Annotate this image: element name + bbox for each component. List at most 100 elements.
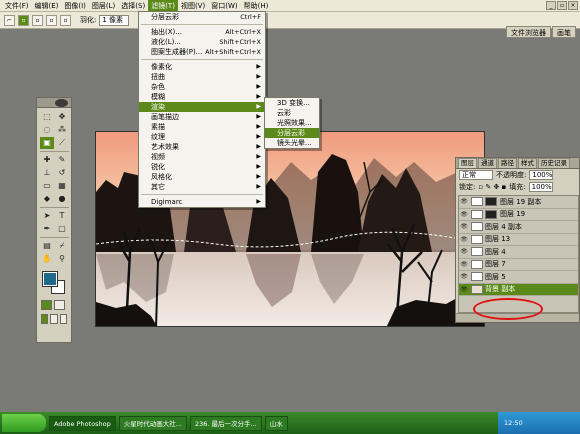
menu-filter[interactable]: 滤镜(T) <box>148 0 178 12</box>
feather-input[interactable]: 1 像素 <box>99 14 130 26</box>
eraser-tool-icon[interactable]: ▭ <box>40 180 54 192</box>
full-screen-icon[interactable] <box>59 314 67 324</box>
slice-tool-icon[interactable]: ⟋ <box>55 137 69 149</box>
menu-item-texture[interactable]: 纹理 ▶ <box>139 132 265 142</box>
history-brush-icon[interactable]: ↺ <box>55 167 69 179</box>
layer-mask-thumbnail[interactable] <box>485 197 497 207</box>
lasso-tool-icon[interactable]: ◌ <box>40 124 54 136</box>
file-browser-tab[interactable]: 文件浏览器 <box>506 26 551 38</box>
layer-row-selected[interactable]: 👁 背景 副本 <box>459 283 578 296</box>
healing-brush-icon[interactable]: ✚ <box>40 154 54 166</box>
blend-mode-select[interactable]: 正常 <box>459 170 493 180</box>
menu-item-digimarc[interactable]: Digimarc ▶ <box>139 197 265 207</box>
layer-row[interactable]: 👁 图层 13 <box>459 234 578 246</box>
layer-row[interactable]: 👁 图层 4 副本 <box>459 221 578 234</box>
move-tool-icon[interactable]: ✥ <box>55 111 69 123</box>
eye-icon[interactable]: 👁 <box>459 286 469 293</box>
start-button[interactable] <box>2 414 46 432</box>
tools-title-bar[interactable] <box>37 98 71 108</box>
menu-item-video[interactable]: 视频 ▶ <box>139 152 265 162</box>
menu-item-liquify[interactable]: 液化(L)... Shift+Ctrl+X <box>139 37 265 47</box>
standard-mode-icon[interactable] <box>41 300 52 310</box>
menu-image[interactable]: 图像(I) <box>61 0 89 12</box>
new-selection-icon[interactable]: ▫ <box>18 14 29 26</box>
crop-tool-icon[interactable]: ▣ <box>40 137 54 149</box>
eye-icon[interactable]: 👁 <box>459 198 469 205</box>
taskbar-item-photoshop[interactable]: Adobe Photoshop <box>49 415 116 431</box>
menu-item-brush-strokes[interactable]: 画笔描边 ▶ <box>139 112 265 122</box>
full-screen-menu-icon[interactable] <box>50 314 58 324</box>
menu-item-3d-transform[interactable]: 3D 变换... <box>265 98 319 108</box>
standard-screen-icon[interactable] <box>41 314 49 324</box>
tool-preset-icon[interactable]: ⌐ <box>4 14 15 26</box>
menu-item-blur[interactable]: 模糊 ▶ <box>139 92 265 102</box>
menu-help[interactable]: 帮助(H) <box>241 0 272 12</box>
menu-view[interactable]: 视图(V) <box>178 0 208 12</box>
pen-tool-icon[interactable]: ✒ <box>40 223 54 235</box>
hand-tool-icon[interactable]: ✋ <box>40 253 54 265</box>
intersect-selection-icon[interactable]: ▫ <box>60 14 71 26</box>
path-select-icon[interactable]: ➤ <box>40 210 54 222</box>
layer-row[interactable]: 👁 图层 19 <box>459 209 578 221</box>
menu-item-lighting-effects[interactable]: 光照效果... <box>265 118 319 128</box>
layer-row[interactable]: 👁 图层 4 <box>459 246 578 259</box>
close-icon[interactable]: × <box>568 1 578 10</box>
taskbar-item-chat[interactable]: 236. 最后一次分手... <box>189 415 262 431</box>
zoom-tool-icon[interactable]: ⚲ <box>55 253 69 265</box>
tab-paths[interactable]: 路径 <box>498 158 517 168</box>
menu-item-lens-flare[interactable]: 镜头光晕... <box>265 138 319 148</box>
menu-item-extract[interactable]: 抽出(X)... Alt+Ctrl+X <box>139 27 265 37</box>
opacity-input[interactable]: 100% <box>529 170 554 180</box>
type-tool-icon[interactable]: T <box>55 210 69 222</box>
tab-styles[interactable]: 样式 <box>518 158 537 168</box>
menu-item-sharpen[interactable]: 锐化 ▶ <box>139 162 265 172</box>
eyedropper-tool-icon[interactable]: ⌿ <box>55 240 69 252</box>
clone-stamp-icon[interactable]: ⊥ <box>40 167 54 179</box>
eye-icon[interactable]: 👁 <box>459 261 469 268</box>
eye-icon[interactable]: 👁 <box>459 236 469 243</box>
tab-layers[interactable]: 图层 <box>458 158 477 168</box>
menu-item-noise[interactable]: 杂色 ▶ <box>139 82 265 92</box>
menu-select[interactable]: 选择(S) <box>118 0 148 12</box>
menu-item-artistic[interactable]: 艺术效果 ▶ <box>139 142 265 152</box>
gradient-tool-icon[interactable]: ▦ <box>55 180 69 192</box>
layer-mask-thumbnail[interactable] <box>485 209 497 219</box>
layer-row[interactable]: 👁 图层 5 <box>459 271 578 284</box>
eye-icon[interactable]: 👁 <box>459 223 469 230</box>
taskbar-item-browser[interactable]: 火星时代动画大社... <box>118 415 187 431</box>
shape-tool-icon[interactable]: ▢ <box>55 223 69 235</box>
tab-channels[interactable]: 通道 <box>478 158 497 168</box>
menu-item-clouds[interactable]: 云彩 <box>265 108 319 118</box>
layer-row[interactable]: 👁 图层 19 副本 <box>459 196 578 209</box>
quick-mask-icon[interactable] <box>54 300 65 310</box>
eye-icon[interactable]: 👁 <box>459 273 469 280</box>
restore-icon[interactable]: ▫ <box>557 1 567 10</box>
add-selection-icon[interactable]: ▫ <box>32 14 43 26</box>
menu-window[interactable]: 窗口(W) <box>208 0 240 12</box>
layer-row[interactable]: 👁 图层 7 <box>459 259 578 271</box>
menu-item-other[interactable]: 其它 ▶ <box>139 182 265 192</box>
eye-icon[interactable]: 👁 <box>459 248 469 255</box>
taskbar-item-folder[interactable]: 山水 <box>264 415 288 431</box>
magic-wand-tool-icon[interactable]: ⁂ <box>55 124 69 136</box>
menu-item-pixelate[interactable]: 像素化 ▶ <box>139 62 265 72</box>
foreground-color-swatch[interactable] <box>42 271 58 287</box>
eye-icon[interactable]: 👁 <box>459 211 469 218</box>
menu-edit[interactable]: 编辑(E) <box>32 0 62 12</box>
menu-file[interactable]: 文件(F) <box>2 0 32 12</box>
blur-tool-icon[interactable]: ◆ <box>40 193 54 205</box>
dodge-tool-icon[interactable]: ● <box>55 193 69 205</box>
fill-input[interactable]: 100% <box>528 182 553 192</box>
notes-tool-icon[interactable]: ▤ <box>40 240 54 252</box>
menu-layer[interactable]: 图层(L) <box>89 0 118 12</box>
menu-item-render[interactable]: 渲染 ▶ <box>139 102 265 112</box>
minimize-icon[interactable]: _ <box>546 1 556 10</box>
menu-item-pattern-maker[interactable]: 图案生成器(P)... Alt+Shift+Ctrl+X <box>139 47 265 57</box>
menu-item-distort[interactable]: 扭曲 ▶ <box>139 72 265 82</box>
tab-history[interactable]: 历史记录 <box>538 158 570 168</box>
menu-item-sketch[interactable]: 素描 ▶ <box>139 122 265 132</box>
menu-item-difference-clouds[interactable]: 分层云彩 <box>265 128 319 138</box>
brush-tool-icon[interactable]: ✎ <box>55 154 69 166</box>
marquee-tool-icon[interactable]: ⬚ <box>40 111 54 123</box>
subtract-selection-icon[interactable]: ▫ <box>46 14 57 26</box>
